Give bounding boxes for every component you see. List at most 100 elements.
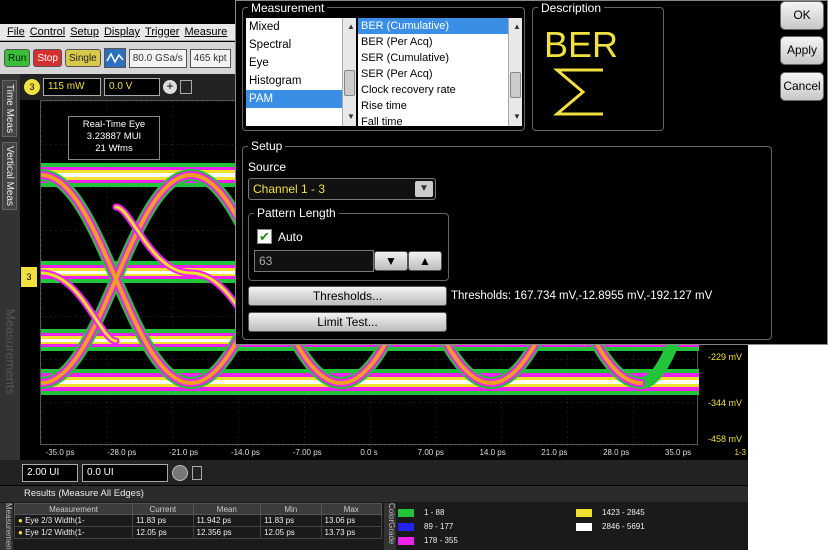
cancel-button[interactable]: Cancel xyxy=(780,72,824,101)
y-label-2: -344 mV xyxy=(707,398,742,408)
legend-swatch xyxy=(398,536,414,545)
col-measurement[interactable]: Measurement xyxy=(13,503,134,515)
knob-icon[interactable] xyxy=(172,464,188,481)
col-min[interactable]: Min xyxy=(260,503,322,515)
description-panel: BER xyxy=(541,22,621,129)
scroll-up-icon[interactable]: ▲ xyxy=(509,18,522,36)
apply-button[interactable]: Apply xyxy=(780,36,824,65)
thresholds-button[interactable]: Thresholds... xyxy=(248,286,447,306)
category-item-mixed[interactable]: Mixed xyxy=(246,18,356,36)
category-list[interactable]: Mixed Spectral Eye Histogram PAM ▲ ▼ xyxy=(246,18,356,126)
legend-swatch xyxy=(398,522,414,531)
source-label: Source xyxy=(248,160,287,174)
auto-label: Auto xyxy=(278,230,303,244)
sample-rate-field[interactable]: 80.0 GSa/s xyxy=(128,48,187,68)
row-max: 13.73 ps xyxy=(320,526,383,539)
measurement-scrollbar[interactable]: ▲ ▼ xyxy=(508,18,522,126)
run-button[interactable]: Run xyxy=(4,49,31,67)
measurement-item-clock-recovery-rate[interactable]: Clock recovery rate xyxy=(358,82,522,98)
category-item-eye[interactable]: Eye xyxy=(246,54,356,72)
measurement-item-ser-per-acq[interactable]: SER (Per Acq) xyxy=(358,66,522,82)
y-label-3: -458 mV xyxy=(707,434,742,444)
measurements-watermark: Measurements xyxy=(3,309,18,395)
col-mean[interactable]: Mean xyxy=(192,503,262,515)
scroll-thumb[interactable] xyxy=(344,70,355,96)
tab-time-meas[interactable]: Time Meas xyxy=(2,80,17,138)
measurement-list[interactable]: BER (Cumulative) BER (Per Acq) SER (Cumu… xyxy=(358,18,522,126)
menu-file[interactable]: File xyxy=(7,24,25,40)
category-item-spectral[interactable]: Spectral xyxy=(246,36,356,54)
single-button[interactable]: Single xyxy=(64,49,101,67)
channel-scale-value: 115 mW xyxy=(48,81,85,92)
legend-item: 178 - 355 xyxy=(398,536,458,545)
channel-offset-field[interactable]: 0.0 V xyxy=(104,78,160,96)
menu-control[interactable]: Control xyxy=(30,24,65,40)
tab-vertical-meas[interactable]: Vertical Meas xyxy=(2,142,17,211)
category-item-histogram[interactable]: Histogram xyxy=(246,72,356,90)
measurement-item-ber-cumulative[interactable]: BER (Cumulative) xyxy=(358,18,522,34)
table-row[interactable]: ● Eye 1/2 Width(1- 12.05 ps 12.356 ps 12… xyxy=(13,526,383,539)
results-panel: Results (Measure All Edges) Measurements… xyxy=(0,486,748,550)
menu-measure[interactable]: Measure xyxy=(184,24,227,40)
channel-scale-field[interactable]: 115 mW xyxy=(43,78,101,96)
x-axis-tick-label: 14.0 ps xyxy=(479,448,506,457)
chevron-down-icon: ▼ xyxy=(385,254,397,268)
x-axis-tick-label: -35.0 ps xyxy=(45,448,75,457)
legend-swatch xyxy=(576,522,592,531)
row-min: 12.05 ps xyxy=(260,526,322,539)
channel-axis-marker: 1-3 xyxy=(734,448,746,457)
measurement-item-ber-per-acq[interactable]: BER (Per Acq) xyxy=(358,34,522,50)
category-scrollbar[interactable]: ▲ ▼ xyxy=(342,18,356,126)
results-side-tab[interactable]: Measurements xyxy=(0,503,13,550)
pattern-down-button[interactable]: ▼ xyxy=(374,251,408,271)
row-mean: 11.942 ps xyxy=(192,514,262,527)
pattern-up-button[interactable]: ▲ xyxy=(408,251,442,271)
row-name-text: Eye 1/2 Width(1- xyxy=(25,528,85,537)
chevron-down-icon[interactable]: ▼ xyxy=(415,181,433,197)
limit-test-button[interactable]: Limit Test... xyxy=(248,312,447,332)
menu-setup[interactable]: Setup xyxy=(70,24,99,40)
window-icon[interactable] xyxy=(180,80,192,94)
legend-item: 1 - 88 xyxy=(398,508,444,517)
thresholds-text: Thresholds: 167.734 mV,-12.8955 mV,-192.… xyxy=(451,290,713,302)
results-title: Results (Measure All Edges) xyxy=(0,486,748,502)
col-max[interactable]: Max xyxy=(320,503,383,515)
window-icon-2[interactable] xyxy=(192,465,202,480)
ok-button[interactable]: OK xyxy=(780,1,824,30)
legend-range: 178 - 355 xyxy=(424,536,458,545)
row-name: ● Eye 2/3 Width(1- xyxy=(13,514,134,527)
auto-checkbox[interactable]: ✔ xyxy=(257,229,272,244)
timebase-scale-value: 2.00 UI xyxy=(27,466,60,478)
real-time-eye-tooltip: Real-Time Eye 3.23887 MUI 21 Wfms xyxy=(68,116,160,160)
left-tab-strip: Time Meas Vertical Meas 3 Measurements xyxy=(0,74,38,469)
tooltip-line-3: 21 Wfms xyxy=(95,143,133,154)
y-label-1: -229 mV xyxy=(707,352,742,362)
memory-depth-field[interactable]: 465 kpt xyxy=(189,48,231,68)
x-axis-tick-label: 0.0 s xyxy=(360,448,378,457)
source-dropdown[interactable]: Channel 1 - 3 ▼ xyxy=(248,178,436,200)
channel-offset-value: 0.0 V xyxy=(109,81,133,92)
col-current[interactable]: Current xyxy=(132,503,194,515)
scroll-up-icon[interactable]: ▲ xyxy=(343,18,356,36)
timebase-position-field[interactable]: 0.0 UI xyxy=(82,463,168,482)
measurement-item-fall-time[interactable]: Fall time xyxy=(358,114,522,126)
scroll-down-icon[interactable]: ▼ xyxy=(509,108,522,126)
x-axis-tick-label: 28.0 ps xyxy=(603,448,630,457)
pattern-length-input[interactable]: 63 xyxy=(254,250,374,272)
add-icon[interactable]: + xyxy=(163,80,177,94)
measurement-item-rise-time[interactable]: Rise time xyxy=(358,98,522,114)
stop-button[interactable]: Stop xyxy=(33,49,62,67)
waveform-icon[interactable] xyxy=(103,48,126,68)
category-item-pam[interactable]: PAM xyxy=(246,90,356,108)
channel-3-icon[interactable]: 3 xyxy=(24,79,40,95)
scroll-down-icon[interactable]: ▼ xyxy=(343,108,356,126)
channel-marker-icon[interactable]: 3 xyxy=(20,266,38,288)
menu-display[interactable]: Display xyxy=(104,24,140,40)
legend-range: 2846 - 5691 xyxy=(602,522,645,531)
menu-trigger[interactable]: Trigger xyxy=(145,24,179,40)
color-grade-tab[interactable]: ColorGrade xyxy=(384,503,396,550)
measurement-item-ser-cumulative[interactable]: SER (Cumulative) xyxy=(358,50,522,66)
scroll-thumb[interactable] xyxy=(510,72,521,98)
timebase-scale-field[interactable]: 2.00 UI xyxy=(22,463,78,482)
table-row[interactable]: ● Eye 2/3 Width(1- 11.83 ps 11.942 ps 11… xyxy=(13,514,383,527)
